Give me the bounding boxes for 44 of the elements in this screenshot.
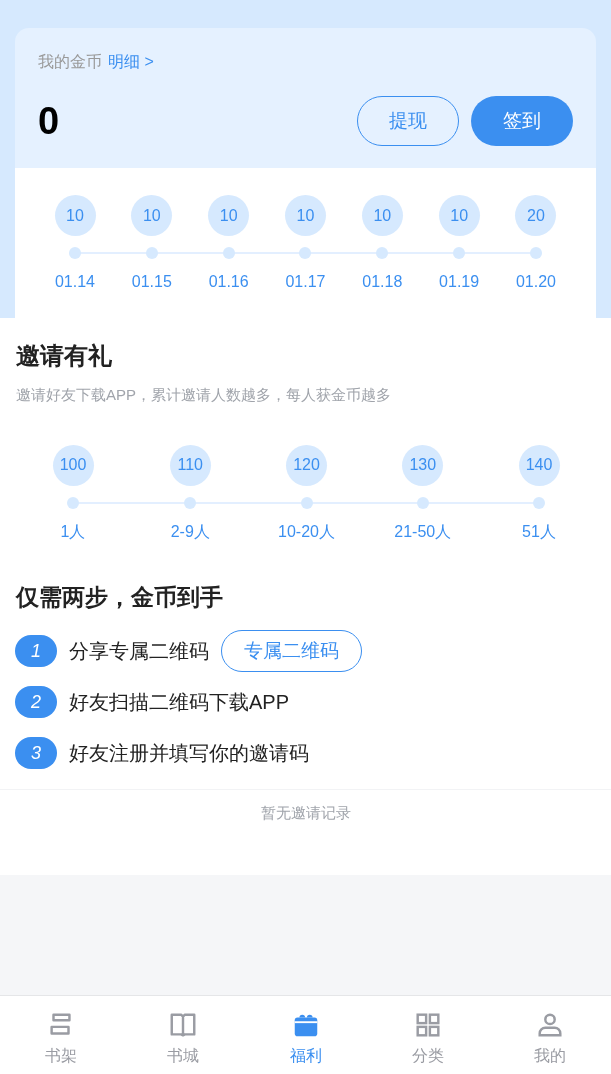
reward-badge: 140	[518, 444, 560, 486]
timeline-label: 01.15	[131, 272, 172, 292]
section-subtitle: 邀请好友下载APP，累计邀请人数越多，每人获金币越多	[15, 385, 392, 405]
timeline-label: 01.17	[285, 272, 326, 292]
timeline-label: 21-50人	[394, 521, 452, 542]
step-number: 1	[15, 635, 57, 667]
timeline-label: 1人	[60, 521, 86, 542]
withdraw-button[interactable]: 提现	[357, 96, 459, 146]
reward-badge: 100	[52, 444, 94, 486]
detail-link[interactable]: 明细 >	[108, 50, 154, 74]
tab-item[interactable]: 福利	[244, 996, 367, 1074]
timeline-label: 01.14	[54, 272, 95, 292]
reward-badge: 10	[438, 195, 480, 236]
reward-badge: 10	[131, 195, 173, 236]
reward-badge: 20	[515, 195, 557, 236]
reward-badge: 10	[208, 195, 250, 236]
tab-item[interactable]: 书架	[0, 996, 123, 1074]
coins-label: 我的金币	[38, 52, 102, 72]
timeline-label: 10-20人	[278, 521, 335, 542]
step-text: 好友注册并填写你的邀请码	[69, 741, 309, 766]
timeline-label: 01.16	[208, 272, 249, 292]
reward-badge: 110	[169, 444, 211, 486]
reward-badge: 10	[54, 195, 96, 236]
reward-badge: 120	[286, 444, 327, 486]
reward-badge: 10	[361, 195, 403, 236]
tab-item[interactable]: 分类	[366, 996, 489, 1074]
timeline-label: 01.20	[515, 272, 556, 292]
tab-item[interactable]: 我的	[488, 996, 611, 1074]
step-text: 好友扫描二维码下载APP	[69, 690, 290, 715]
section-title: 仅需两步，金币到手	[14, 582, 224, 612]
timeline-label: 2-9人	[170, 521, 210, 542]
timeline-label: 51人	[522, 521, 556, 542]
reward-badge: 10	[285, 195, 326, 236]
step-number: 2	[15, 686, 57, 718]
coin-amount: 0	[38, 102, 60, 140]
timeline-label: 01.18	[362, 272, 403, 292]
timeline-label: 01.19	[439, 272, 480, 292]
tab-item[interactable]: 书城	[122, 996, 245, 1074]
step-text: 分享专属二维码	[69, 639, 209, 664]
step-number: 3	[15, 737, 57, 769]
checkin-button[interactable]: 签到	[471, 96, 573, 146]
empty-note: 暂无邀请记录	[260, 802, 351, 823]
section-title: 邀请有礼	[15, 341, 113, 371]
reward-badge: 130	[402, 444, 444, 486]
